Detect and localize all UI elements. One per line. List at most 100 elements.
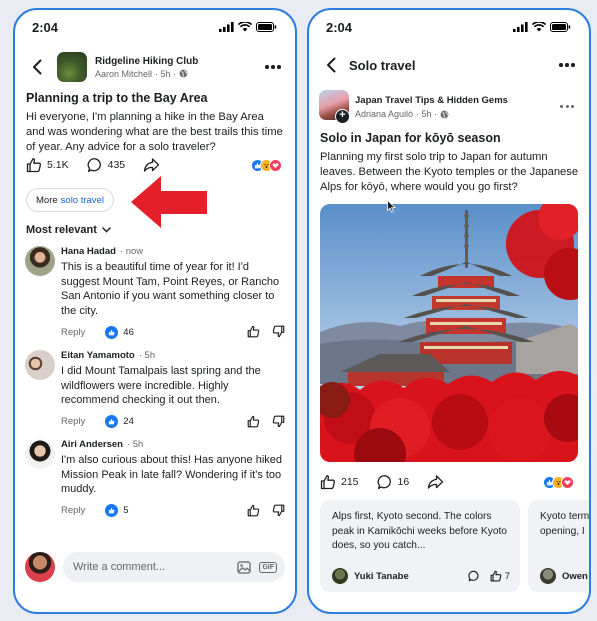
post-title: Solo in Japan for kōyō season — [320, 131, 501, 145]
phone-left: 2:04 Ridgeline Hiking Club Aaron Mitchel… — [13, 8, 297, 614]
thumbs-down-icon[interactable] — [272, 325, 285, 338]
system-icons — [513, 22, 571, 32]
comment-input[interactable]: Write a comment... GIF — [63, 552, 285, 582]
card-like-button[interactable]: 7 — [490, 570, 510, 582]
comment-icon[interactable] — [468, 570, 480, 582]
commenter-avatar[interactable] — [25, 246, 55, 276]
comment-like-count: 24 — [123, 416, 134, 427]
reply-button[interactable]: Reply — [61, 416, 85, 427]
group-name[interactable]: Ridgeline Hiking Club — [95, 56, 261, 67]
share-icon — [143, 158, 160, 172]
topic-title: Solo travel — [349, 57, 416, 73]
more-options-button[interactable] — [261, 59, 285, 75]
author-name[interactable]: Aaron Mitchell — [95, 69, 152, 79]
post-actions: 215 16 — [320, 474, 444, 490]
like-icon — [26, 158, 41, 173]
thumbs-up-icon[interactable] — [247, 504, 260, 517]
back-button[interactable] — [319, 53, 343, 77]
sort-dropdown[interactable]: Most relevant — [26, 224, 111, 236]
join-plus-icon[interactable]: + — [335, 109, 350, 124]
comment-likes: 24 — [105, 415, 134, 428]
comment-item: Airi Andersen · 5h I'm also curious abou… — [25, 439, 287, 518]
more-dots-icon — [559, 63, 575, 67]
comment-item: Hana Hadad · now This is a beautiful tim… — [25, 246, 287, 339]
like-badge-icon — [105, 325, 119, 339]
signal-icon — [513, 22, 528, 32]
group-avatar[interactable] — [57, 52, 87, 82]
comment-button[interactable]: 16 — [377, 474, 410, 490]
share-button[interactable] — [427, 474, 444, 490]
chip-prefix: More — [36, 194, 58, 206]
comment-count: 16 — [397, 476, 410, 488]
comment-composer: Write a comment... GIF — [25, 552, 285, 582]
like-button[interactable]: 215 — [320, 474, 359, 490]
reaction-summary[interactable] — [251, 159, 282, 172]
more-topic-chip[interactable]: More solo travel — [26, 188, 114, 212]
comment-time: · now — [119, 246, 144, 257]
post-title: Planning a trip to the Bay Area — [26, 91, 208, 105]
like-badge-icon — [105, 504, 119, 517]
like-count: 215 — [341, 476, 359, 488]
commenter-avatar[interactable] — [25, 439, 55, 469]
card-author-name[interactable]: Owen — [562, 571, 588, 582]
comment-likes: 46 — [105, 325, 134, 339]
thumbs-up-icon[interactable] — [247, 415, 260, 428]
image-icon[interactable] — [237, 560, 251, 574]
more-dots-icon — [560, 104, 574, 108]
comment-button[interactable]: 435 — [87, 157, 125, 173]
card-author-avatar — [332, 568, 348, 584]
red-arrow-annotation — [131, 176, 207, 228]
mouse-cursor-icon — [387, 200, 396, 213]
comment-icon — [87, 158, 101, 173]
more-options-button[interactable] — [555, 57, 579, 73]
post-more-button[interactable] — [555, 98, 579, 114]
my-avatar — [25, 552, 55, 582]
status-bar: 2:04 — [309, 10, 589, 44]
like-button[interactable]: 5.1K — [26, 157, 69, 173]
commenter-avatar[interactable] — [25, 350, 55, 380]
commenter-name[interactable]: Eitan Yamamoto — [61, 350, 135, 361]
back-button[interactable] — [25, 55, 49, 79]
comment-preview-card[interactable]: Kyoto term 7am. The opening, I Owen — [528, 500, 590, 592]
thumbs-down-icon[interactable] — [272, 415, 285, 428]
battery-icon — [256, 22, 277, 32]
comment-text: I did Mount Tamalpais last spring and th… — [61, 365, 261, 406]
status-time: 2:04 — [326, 19, 353, 35]
gif-button[interactable]: GIF — [259, 561, 277, 573]
author-name[interactable]: Adriana Aguiló — [355, 109, 413, 119]
phone-right: 2:04 Solo travel + Japan Travel Tips & H… — [307, 8, 591, 614]
thumbs-up-icon[interactable] — [247, 325, 260, 338]
commenter-name[interactable]: Airi Andersen — [61, 439, 123, 450]
pagoda-photo — [320, 204, 578, 462]
thumbs-up-icon — [490, 570, 502, 582]
comment-time: · 5h — [138, 350, 156, 361]
sort-label: Most relevant — [26, 224, 97, 236]
reply-button[interactable]: Reply — [61, 327, 85, 338]
post-photo[interactable] — [320, 204, 578, 462]
card-text: Alps first, Kyoto second. The colors pea… — [332, 511, 507, 551]
share-button[interactable] — [143, 157, 160, 173]
commenter-name[interactable]: Hana Hadad — [61, 246, 116, 257]
reaction-summary[interactable] — [543, 476, 574, 489]
group-name[interactable]: Japan Travel Tips & Hidden Gems — [355, 95, 508, 106]
post-body: Hi everyone, I'm planning a hike in the … — [26, 111, 283, 153]
reply-button[interactable]: Reply — [61, 505, 85, 516]
like-count: 5.1K — [47, 159, 69, 171]
thumbs-down-icon[interactable] — [272, 504, 285, 517]
more-dots-icon — [265, 65, 281, 69]
post-body: Planning my first solo trip to Japan for… — [320, 151, 579, 193]
signal-icon — [219, 22, 234, 32]
wifi-icon — [532, 22, 546, 32]
comment-likes: 5 — [105, 504, 129, 517]
comment-text: I'm also curious about this! Has anyone … — [61, 454, 282, 495]
card-author-avatar — [540, 568, 556, 584]
post-time: · 5h · — [416, 109, 438, 119]
wifi-icon — [238, 22, 252, 32]
card-text: Kyoto term 7am. The opening, I — [540, 511, 590, 537]
comment-preview-card[interactable]: Alps first, Kyoto second. The colors pea… — [320, 500, 520, 592]
card-author-name[interactable]: Yuki Tanabe — [354, 571, 409, 582]
back-arrow-icon — [33, 59, 42, 75]
like-badge-icon — [105, 415, 119, 428]
post-meta: Aaron Mitchell · 5h · — [95, 69, 261, 79]
comment-time: · 5h — [126, 439, 144, 450]
